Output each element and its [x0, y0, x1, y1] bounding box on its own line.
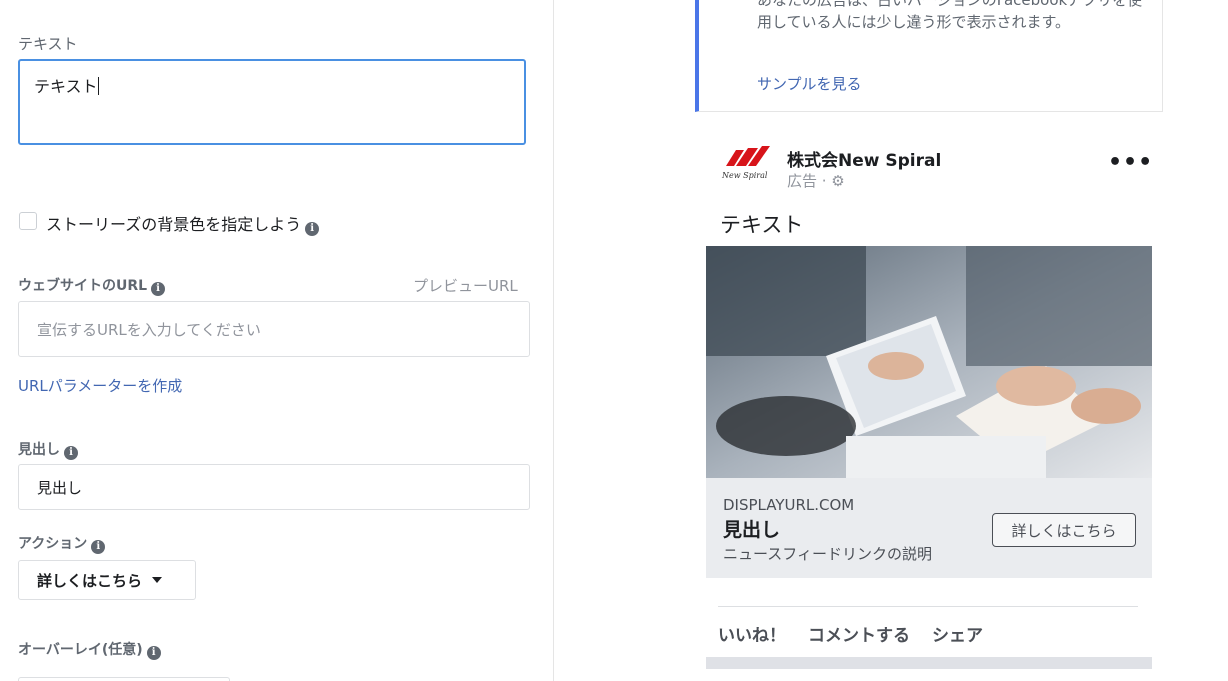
headline-label: 見出し [18, 442, 60, 458]
overlay-field[interactable] [18, 677, 230, 681]
overlay-label-row: オーバーレイ(任意) i [18, 639, 161, 660]
actions-divider [718, 606, 1138, 607]
like-button[interactable]: いいね！ [718, 621, 786, 646]
info-icon[interactable]: i [64, 446, 78, 460]
more-options-icon[interactable]: ••• [1108, 150, 1153, 175]
action-dropdown[interactable]: 詳しくはこちら [18, 560, 196, 600]
story-bg-label: ストーリーズの背景色を指定しよう [46, 215, 302, 234]
headline-value: 見出し [37, 478, 83, 497]
see-sample-link[interactable]: サンプルを見る [757, 73, 862, 94]
share-button[interactable]: シェア [932, 621, 983, 646]
url-placeholder: 宣伝するURLを入力してください [37, 320, 261, 339]
preview-url-link[interactable]: プレビューURL [413, 275, 518, 296]
comment-bar [706, 657, 1152, 669]
ad-image[interactable] [706, 246, 1152, 478]
text-caret [97, 77, 99, 95]
headline-label-row: 見出し i [18, 439, 78, 460]
post-text: テキスト [720, 213, 804, 237]
action-label: アクション [18, 536, 88, 552]
cta-label: 詳しくはこちら [1011, 521, 1117, 540]
logo-text: New Spiral [721, 171, 768, 180]
comment-button[interactable]: コメントする [808, 621, 910, 646]
story-bg-checkbox[interactable] [19, 212, 37, 230]
website-url-label-row: ウェブサイトのURL i [18, 275, 166, 296]
caret-down-icon [152, 577, 163, 583]
link-headline: 見出し [723, 519, 781, 541]
page-logo: New Spiral [720, 144, 776, 184]
page-name[interactable]: 株式会New Spiral [787, 146, 941, 171]
text-label: テキスト [18, 35, 78, 53]
url-params-link[interactable]: URLパラメーターを作成 [18, 375, 182, 396]
cta-button[interactable]: 詳しくはこちら [992, 513, 1136, 547]
link-domain: DISPLAYURL.COM [723, 496, 855, 514]
post-actions: いいね！ コメントする シェア [718, 621, 983, 646]
action-value: 詳しくはこちら [37, 571, 143, 590]
sponsored-label: 広告 · ⚙ [787, 172, 845, 190]
action-label-row: アクション i [18, 533, 106, 554]
website-url-input[interactable]: 宣伝するURLを入力してください [18, 301, 530, 357]
overlay-label: オーバーレイ(任意) [18, 642, 143, 658]
info-icon[interactable]: i [146, 646, 161, 660]
website-url-label: ウェブサイトのURL [18, 278, 148, 294]
link-description: ニュースフィードリンクの説明 [723, 545, 932, 563]
headline-input[interactable]: 見出し [18, 464, 530, 510]
story-bg-row: ストーリーズの背景色を指定しよう i [46, 211, 320, 236]
column-divider [553, 0, 554, 681]
info-icon[interactable]: i [151, 282, 166, 296]
info-icon[interactable]: i [305, 222, 320, 236]
notice-text: あなたの広告は、古いバージョンのFacebookアプリを使用している人には少し違… [757, 0, 1143, 31]
text-textarea[interactable]: テキスト [18, 59, 526, 145]
text-value: テキスト [34, 77, 98, 96]
info-icon[interactable]: i [91, 540, 106, 554]
